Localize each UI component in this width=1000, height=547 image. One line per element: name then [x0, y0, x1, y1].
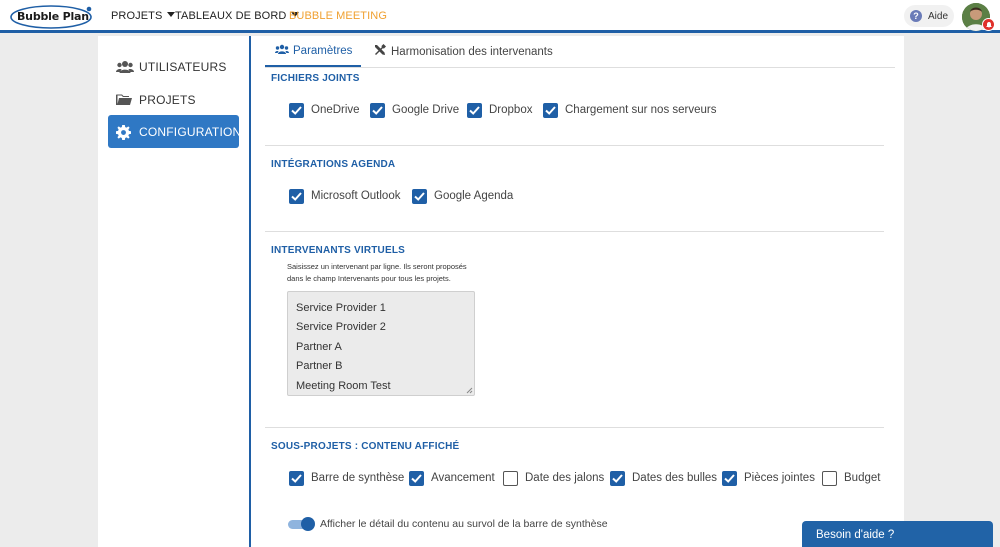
- section-divider: [265, 145, 884, 146]
- help-chat-label: Besoin d'aide ?: [816, 529, 895, 541]
- checkbox-label: Dropbox: [489, 104, 533, 116]
- logo-text: Bubble Plan: [17, 10, 89, 23]
- checkbox-checked-icon: [543, 103, 558, 118]
- sidebar: UTILISATEURS PROJETS CONFIGURATION: [98, 36, 250, 547]
- checkbox-unchecked-icon: [822, 471, 837, 486]
- toggle-label: Afficher le détail du contenu au survol …: [320, 518, 608, 530]
- users-gear-icon: [275, 44, 289, 54]
- checkbox-checked-icon: [467, 103, 482, 118]
- checkbox-checked-icon: [289, 471, 304, 486]
- main-panel: Paramètres Harmonisation des intervenant…: [251, 36, 904, 547]
- section-title-sous-projets: SOUS-PROJETS : CONTENU AFFICHÉ: [271, 441, 460, 452]
- tab-bar: Paramètres Harmonisation des intervenant…: [265, 36, 895, 68]
- toggle-knob: [301, 517, 315, 531]
- nav-bubble-meeting-label: BUBBLE MEETING: [289, 10, 387, 22]
- section-title-intervenants-virtuels: INTERVENANTS VIRTUELS: [271, 245, 406, 256]
- active-tab-indicator: [265, 65, 361, 67]
- help-text-line: dans le champ Intervenants pour tous les…: [287, 274, 451, 283]
- checkbox-checked-icon: [610, 471, 625, 486]
- help-text: Saisissez un intervenant par ligne. Ils …: [287, 261, 487, 285]
- checkbox-label: Dates des bulles: [632, 472, 718, 484]
- nav-projets-label: PROJETS: [111, 10, 163, 22]
- tab-harmonisation[interactable]: Harmonisation des intervenants: [374, 44, 553, 58]
- checkbox-checked-icon: [289, 189, 304, 204]
- help-button[interactable]: ? Aide: [904, 5, 954, 27]
- checkbox-checked-icon: [412, 189, 427, 204]
- checkbox-checked-icon: [370, 103, 385, 118]
- checkbox-label: Microsoft Outlook: [311, 190, 401, 202]
- tab-label: Paramètres: [293, 45, 353, 57]
- nav-tableaux-label: TABLEAUX DE BORD: [175, 10, 287, 22]
- hover-detail-toggle[interactable]: [288, 517, 316, 531]
- section-divider: [265, 231, 884, 232]
- textarea-line: Service Provider 2: [296, 321, 386, 333]
- checkbox-label: OneDrive: [311, 104, 360, 116]
- section-title-fichiers-joints: FICHIERS JOINTS: [271, 73, 360, 84]
- sidebar-item-projets[interactable]: PROJETS: [108, 83, 239, 116]
- textarea-line: Meeting Room Test: [296, 380, 391, 392]
- checkbox-checked-icon: [722, 471, 737, 486]
- tab-parametres[interactable]: Paramètres: [275, 44, 352, 57]
- checkbox-label: Date des jalons: [525, 472, 605, 484]
- checkbox-label: Pièces jointes: [744, 472, 815, 484]
- textarea-line: Partner B: [296, 360, 343, 372]
- notification-bell-icon[interactable]: [982, 18, 995, 31]
- checkbox-label: Barre de synthèse: [311, 472, 405, 484]
- checkbox-unchecked-icon: [503, 471, 518, 486]
- resize-handle-icon[interactable]: [466, 387, 473, 394]
- nav-tableaux-de-bord[interactable]: TABLEAUX DE BORD: [175, 10, 300, 22]
- nav-projets[interactable]: PROJETS: [111, 10, 176, 22]
- help-label: Aide: [928, 11, 949, 22]
- sidebar-item-label: UTILISATEURS: [139, 60, 227, 74]
- help-text-line: Saisissez un intervenant par ligne. Ils …: [287, 262, 467, 271]
- help-chat-button[interactable]: Besoin d'aide ?: [802, 521, 993, 547]
- checkbox-label: Chargement sur nos serveurs: [565, 104, 717, 116]
- textarea-line: Partner A: [296, 341, 342, 353]
- section-divider: [265, 427, 884, 428]
- checkbox-label: Avancement: [431, 472, 495, 484]
- virtual-participants-textarea[interactable]: Service Provider 1 Service Provider 2 Pa…: [287, 291, 475, 396]
- tab-label: Harmonisation des intervenants: [391, 46, 553, 58]
- tools-icon: [375, 44, 386, 55]
- sidebar-item-label: PROJETS: [139, 93, 196, 107]
- sidebar-item-label: CONFIGURATION: [139, 125, 242, 139]
- folder-icon: [116, 93, 132, 107]
- textarea-line: Service Provider 1: [296, 302, 386, 314]
- gear-icon: [116, 125, 132, 140]
- checkbox-label: Google Drive: [392, 104, 460, 116]
- checkbox-checked-icon: [289, 103, 304, 118]
- users-icon: [116, 60, 134, 74]
- sidebar-item-utilisateurs[interactable]: UTILISATEURS: [108, 50, 239, 83]
- checkbox-checked-icon: [409, 471, 424, 486]
- checkbox-label: Google Agenda: [434, 190, 514, 202]
- top-bar: Bubble Plan PROJETS TABLEAUX DE BORD BUB…: [0, 0, 1000, 33]
- checkbox-label: Budget: [844, 472, 881, 484]
- section-title-integrations-agenda: INTÉGRATIONS AGENDA: [271, 159, 396, 170]
- sidebar-item-configuration[interactable]: CONFIGURATION: [108, 115, 242, 148]
- bubble-plan-logo[interactable]: Bubble Plan: [9, 4, 95, 30]
- question-icon: ?: [910, 10, 922, 22]
- nav-bubble-meeting[interactable]: BUBBLE MEETING: [289, 10, 387, 22]
